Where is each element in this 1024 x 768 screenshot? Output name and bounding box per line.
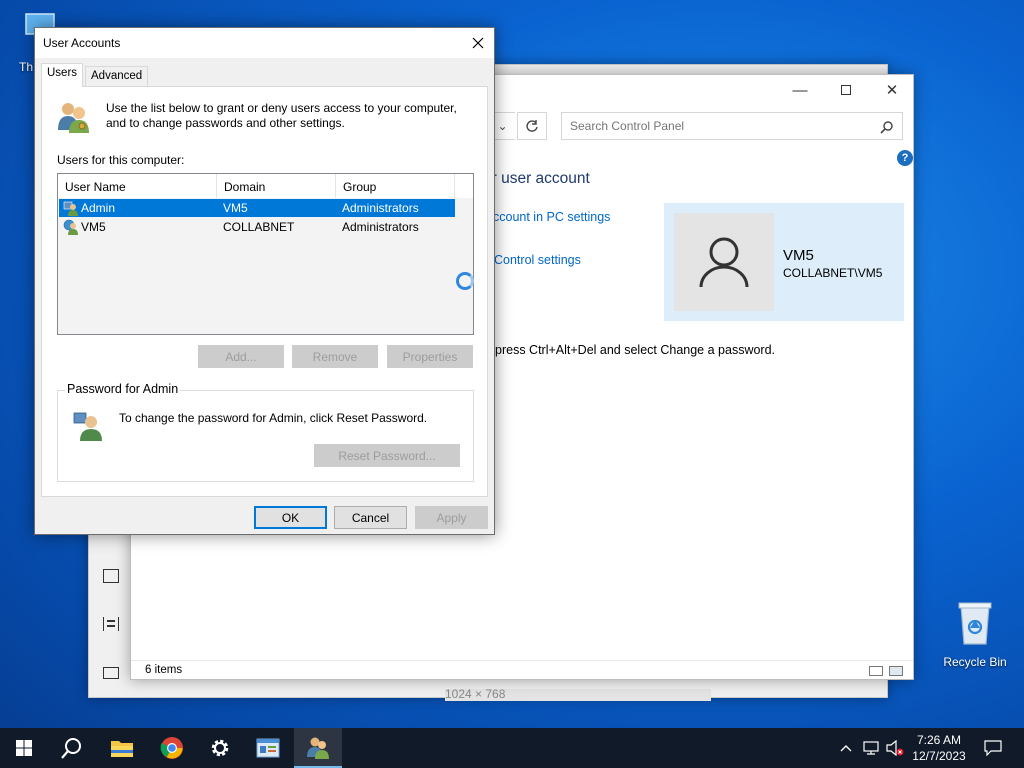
user-accounts-taskbar-button[interactable] [294, 728, 342, 768]
busy-cursor-icon [456, 272, 474, 290]
user-avatar-icon [699, 237, 749, 288]
users-list-header: User Name Domain Group [58, 174, 473, 198]
status-bar: 6 items [131, 660, 913, 680]
recycle-bin-icon [958, 602, 992, 645]
user-icon [63, 201, 78, 216]
search-input[interactable] [562, 113, 862, 139]
pc-settings-link[interactable]: ccount in PC settings [493, 210, 610, 224]
ok-button[interactable]: OK [254, 506, 327, 529]
users-icon [307, 737, 329, 759]
large-icons-view-icon[interactable] [889, 666, 903, 676]
cell-group: Administrators [342, 201, 419, 215]
domain-user-icon [63, 219, 78, 235]
background-window-bottom-text: 1024 × 768 [445, 689, 711, 701]
recycle-bin-label: Recycle Bin [943, 655, 1007, 669]
network-tray-button[interactable] [860, 728, 882, 768]
minimize-button[interactable]: — [777, 75, 823, 105]
password-group-label: Password for Admin [65, 382, 181, 396]
column-header-group[interactable]: Group [336, 174, 455, 198]
refresh-button[interactable] [517, 112, 547, 140]
user-accounts-dialog: User Accounts Users Advanced Use the lis… [34, 27, 495, 535]
start-button[interactable] [0, 728, 48, 768]
folder-icon [111, 741, 133, 757]
chrome-taskbar-button[interactable] [148, 728, 196, 768]
cancel-button[interactable]: Cancel [334, 506, 407, 529]
intro-text: Use the list below to grant or deny user… [106, 101, 457, 130]
maximize-button[interactable] [823, 75, 869, 105]
search-taskbar-button[interactable] [48, 728, 96, 768]
desktop-icon-recycle-bin[interactable]: Recycle Bin [938, 600, 1012, 669]
windows-logo-icon [16, 740, 32, 756]
users-group-icon [56, 100, 90, 134]
chevron-up-icon [840, 745, 852, 752]
project-icon[interactable] [103, 667, 119, 679]
column-header-domain[interactable]: Domain [217, 174, 336, 198]
close-icon [472, 37, 484, 49]
tab-users[interactable]: Users [41, 63, 84, 87]
control-panel-icon [256, 738, 280, 758]
dialog-title-bar[interactable]: User Accounts [35, 28, 494, 58]
cell-group: Administrators [342, 220, 419, 234]
volume-muted-icon [886, 740, 904, 756]
show-hidden-icons-button[interactable] [836, 728, 856, 768]
cell-domain: COLLABNET [223, 220, 295, 234]
column-header-user-name[interactable]: User Name [58, 174, 217, 198]
search-icon[interactable] [880, 120, 894, 134]
dialog-close-button[interactable] [462, 28, 494, 58]
status-item-count: 6 items [145, 664, 183, 676]
action-center-button[interactable] [978, 728, 1008, 768]
control-panel-taskbar-button[interactable] [244, 728, 292, 768]
dialog-title: User Accounts [43, 36, 121, 50]
users-list[interactable]: User Name Domain Group Admin VM5 Adminis… [57, 173, 474, 335]
avatar [674, 213, 774, 311]
clock[interactable]: 7:26 AM 12/7/2023 [908, 728, 970, 768]
help-icon[interactable]: ? [897, 150, 913, 166]
clock-time: 7:26 AM [916, 733, 962, 747]
screen-icon[interactable] [103, 569, 119, 583]
search-box[interactable] [561, 112, 903, 140]
sidebar-strip [89, 535, 131, 699]
properties-button[interactable]: Properties [387, 345, 473, 368]
account-card: VM5 COLLABNET\VM5 [664, 203, 904, 321]
control-settings-link[interactable]: Control settings [494, 253, 581, 267]
clock-date: 12/7/2023 [912, 749, 966, 763]
gear-icon [211, 739, 229, 757]
cell-user-name: Admin [81, 201, 116, 215]
this-pc-label: Th [19, 60, 34, 74]
search-icon [61, 738, 81, 759]
taskbar: 7:26 AM 12/7/2023 [0, 728, 1024, 768]
chrome-icon [160, 737, 183, 759]
table-row-vm5[interactable]: VM5 COLLABNET Administrators [59, 218, 455, 236]
users-list-label: Users for this computer: [57, 153, 185, 167]
tab-advanced[interactable]: Advanced [85, 66, 149, 87]
reset-password-button[interactable]: Reset Password... [314, 444, 460, 467]
notifications-icon [984, 740, 1002, 756]
refresh-icon [526, 120, 538, 132]
cell-domain: VM5 [223, 201, 248, 215]
multitask-icon[interactable] [103, 617, 119, 631]
network-icon [863, 741, 879, 755]
cell-user-name: VM5 [81, 220, 106, 234]
details-view-icon[interactable] [869, 666, 883, 676]
page-heading: ur user account [483, 170, 590, 187]
volume-tray-button[interactable] [883, 728, 907, 768]
remove-button[interactable]: Remove [292, 345, 378, 368]
users-icon [58, 103, 89, 133]
account-domain: COLLABNET\VM5 [783, 266, 883, 280]
file-explorer-taskbar-button[interactable] [98, 728, 146, 768]
account-name: VM5 [783, 247, 814, 264]
user-password-icon [73, 412, 102, 441]
add-button[interactable]: Add... [198, 345, 284, 368]
apply-button[interactable]: Apply [415, 506, 488, 529]
table-row-admin[interactable]: Admin VM5 Administrators [59, 199, 455, 217]
close-button[interactable]: ✕ [869, 75, 915, 105]
users-tab-panel: Use the list below to grant or deny user… [41, 86, 488, 497]
password-instruction: To change the password for Admin, click … [119, 411, 428, 425]
change-password-hint: press Ctrl+Alt+Del and select Change a p… [495, 343, 776, 357]
password-group: Password for Admin To change the passwor… [57, 382, 474, 482]
settings-taskbar-button[interactable] [196, 728, 244, 768]
